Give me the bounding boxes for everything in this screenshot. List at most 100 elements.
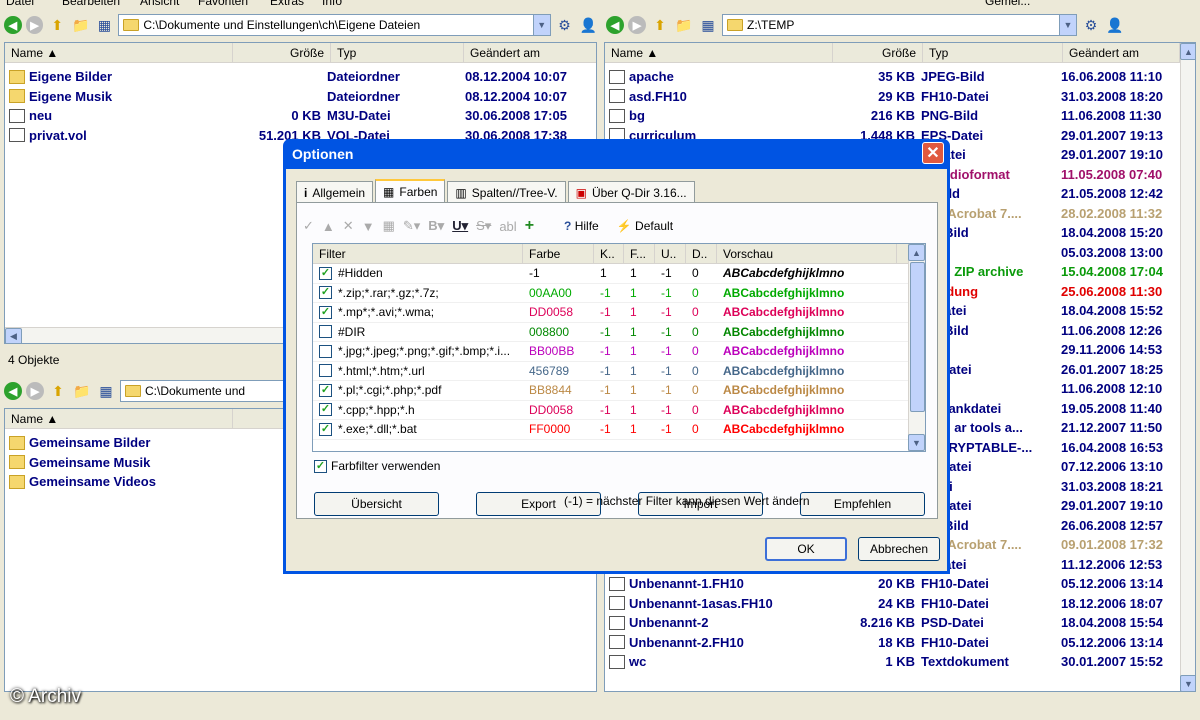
user-icon[interactable]: 👤 xyxy=(578,15,598,35)
default-button[interactable]: ⚡ Default xyxy=(617,219,673,233)
ok-button[interactable]: OK xyxy=(765,537,847,561)
col-d[interactable]: D.. xyxy=(686,244,717,263)
scroll-thumb[interactable] xyxy=(910,262,925,412)
move-up-icon[interactable]: ▲ xyxy=(322,219,335,234)
menu-item-0[interactable]: Datei xyxy=(6,0,34,8)
left-top-address-bar[interactable]: C:\Dokumente und Einstellungen\ch\Eigene… xyxy=(118,14,551,36)
back-icon[interactable]: ◀ xyxy=(606,16,624,34)
col-name[interactable]: Name ▲ xyxy=(605,43,833,62)
delete-icon[interactable]: ✕ xyxy=(343,218,354,234)
filter-checkbox[interactable]: ✓ xyxy=(319,266,332,280)
right-address-bar[interactable]: Z:\TEMP ▼ xyxy=(722,14,1077,36)
col-vorschau[interactable]: Vorschau xyxy=(717,244,897,263)
list-item[interactable]: Unbenannt-2.FH10 18 KB FH10-Datei 05.12.200… xyxy=(605,633,1163,653)
list-item[interactable]: Gemeinsame Bilder xyxy=(5,433,150,453)
cancel-button[interactable]: Abbrechen xyxy=(858,537,940,561)
filter-row[interactable]: ✓ *.exe;*.dll;*.bat FF0000 -1 1 -1 0 ABCabcdefg… xyxy=(313,420,925,440)
tab-allgemein[interactable]: i Allgemein xyxy=(296,181,374,203)
view-icon[interactable]: ▦ xyxy=(96,381,116,401)
list-item[interactable]: Unbenannt-1.FH10 20 KB FH10-Datei 05.12.200… xyxy=(605,574,1163,594)
scroll-left-icon[interactable]: ◀ xyxy=(5,328,22,343)
filter-row[interactable]: ✓ *.mp*;*.avi;*.wma; DD0058 -1 1 -1 0 ABCabcdef… xyxy=(313,303,925,323)
tab-farben[interactable]: ▦ Farben xyxy=(375,179,446,203)
list-item[interactable]: Unbenannt-2 8.216 KB PSD-Datei 18.04.2008 1… xyxy=(605,613,1163,633)
list-item[interactable]: wc 1 KB Textdokument 30.01.2007 15:52 xyxy=(605,652,1163,672)
tab-about[interactable]: ▣ Über Q-Dir 3.16... xyxy=(567,181,695,203)
forward-icon[interactable]: ▶ xyxy=(628,16,646,34)
filter-checkbox[interactable]: ✓ xyxy=(319,383,332,397)
right-vscrollbar[interactable]: ▲ ▼ xyxy=(1180,43,1195,691)
col-date[interactable]: Geändert am xyxy=(464,43,596,62)
scroll-down-icon[interactable]: ▼ xyxy=(908,434,925,451)
view-icon[interactable]: ▦ xyxy=(95,15,115,35)
scroll-up-icon[interactable]: ▲ xyxy=(908,244,925,261)
col-filter[interactable]: Filter xyxy=(313,244,523,263)
scroll-up-icon[interactable]: ▲ xyxy=(1180,43,1195,60)
options-icon[interactable]: ⚙ xyxy=(555,15,575,35)
up-folder-icon[interactable]: ⬆ xyxy=(47,15,67,35)
col-type[interactable]: Typ xyxy=(923,43,1063,62)
col-size[interactable]: Größe xyxy=(233,43,331,62)
filter-checkbox[interactable]: ✓ xyxy=(319,305,332,319)
new-folder-icon[interactable]: 📁 xyxy=(71,15,91,35)
menu-item-2[interactable]: Ansicht xyxy=(140,0,179,8)
up-folder-icon[interactable]: ⬆ xyxy=(48,381,68,401)
pen-icon[interactable]: ✎▾ xyxy=(403,218,420,234)
close-icon[interactable]: ✕ xyxy=(922,142,944,164)
col-farbe[interactable]: Farbe xyxy=(523,244,594,263)
list-item[interactable]: Gemeinsame Musik xyxy=(5,453,150,473)
overview-button[interactable]: Übersicht xyxy=(314,492,439,516)
menu-item-5[interactable]: Info xyxy=(322,0,342,8)
move-down-icon[interactable]: ▼ xyxy=(362,219,375,234)
checkbox[interactable]: ✓ xyxy=(314,459,327,473)
menu-item-4[interactable]: Extras xyxy=(270,0,304,8)
menu-item-3[interactable]: Favoriten xyxy=(198,0,248,8)
new-folder-icon[interactable]: 📁 xyxy=(72,381,92,401)
forward-icon[interactable]: ▶ xyxy=(26,382,44,400)
up-folder-icon[interactable]: ⬆ xyxy=(650,15,670,35)
list-item[interactable]: apache 35 KB JPEG-Bild 16.06.2008 11:10 xyxy=(605,67,1162,87)
back-icon[interactable]: ◀ xyxy=(4,16,22,34)
menu-item-1[interactable]: Bearbeiten xyxy=(62,0,120,8)
list-item[interactable]: Eigene Bilder Dateiordner 08.12.2004 10:07 xyxy=(5,67,567,87)
filter-checkbox[interactable] xyxy=(319,364,332,378)
col-type[interactable]: Typ xyxy=(331,43,464,62)
back-icon[interactable]: ◀ xyxy=(4,382,22,400)
filter-row[interactable]: #DIR 008800 -1 1 -1 0 ABCabcdefghijklmno xyxy=(313,323,925,342)
user-icon[interactable]: 👤 xyxy=(1105,15,1125,35)
forward-icon[interactable]: ▶ xyxy=(25,16,44,34)
filter-checkbox[interactable] xyxy=(319,325,332,339)
add-icon[interactable]: + xyxy=(525,217,534,235)
list-item[interactable]: bg 216 KB PNG-Bild 11.06.2008 11:30 xyxy=(605,106,1162,126)
abc-icon[interactable]: abl xyxy=(499,219,516,234)
filter-grid-vscrollbar[interactable]: ▲ ▼ xyxy=(908,244,925,451)
filter-checkbox[interactable] xyxy=(319,344,332,358)
color-icon[interactable]: ▦ xyxy=(383,218,395,234)
col-date[interactable]: Geändert am xyxy=(1063,43,1180,62)
scroll-down-icon[interactable]: ▼ xyxy=(1180,675,1195,691)
col-name[interactable]: Name ▲ xyxy=(5,409,233,428)
check-icon[interactable]: ✓ xyxy=(303,218,314,234)
underline-icon[interactable]: U▾ xyxy=(452,218,468,234)
list-item[interactable]: Gemeinsame Videos xyxy=(5,472,156,492)
view-icon[interactable]: ▦ xyxy=(698,15,718,35)
list-item[interactable]: Unbenannt-1asas.FH10 24 KB FH10-Datei 18.12… xyxy=(605,594,1163,614)
bold-icon[interactable]: B▾ xyxy=(428,218,444,234)
col-f[interactable]: F... xyxy=(624,244,655,263)
list-item[interactable]: neu 0 KB M3U-Datei 30.06.2008 17:05 xyxy=(5,106,567,126)
filter-checkbox[interactable]: ✓ xyxy=(319,286,332,300)
list-item[interactable]: asd.FH10 29 KB FH10-Datei 31.03.2008 18:20 xyxy=(605,87,1163,107)
strike-icon[interactable]: S▾ xyxy=(476,218,491,234)
tab-spalten[interactable]: ▥ Spalten//Tree-V. xyxy=(447,181,566,203)
filter-row[interactable]: ✓ *.pl;*.cgi;*.php;*.pdf BB8844 -1 1 -1 0 ABCab… xyxy=(313,381,925,401)
chevron-down-icon[interactable]: ▼ xyxy=(532,15,550,35)
col-size[interactable]: Größe xyxy=(833,43,923,62)
filter-row[interactable]: ✓ #Hidden -1 1 1 -1 0 ABCabcdefghijklmno xyxy=(313,264,925,284)
filter-checkbox[interactable]: ✓ xyxy=(319,422,332,436)
help-button[interactable]: ? Hilfe xyxy=(564,219,599,233)
use-filter-checkbox[interactable]: ✓ Farbfilter verwenden xyxy=(314,459,440,473)
filter-checkbox[interactable]: ✓ xyxy=(319,403,332,417)
filter-row[interactable]: ✓ *.zip;*.rar;*.gz;*.7z; 00AA00 -1 1 -1 0 ABCab… xyxy=(313,284,925,303)
col-k[interactable]: K.. xyxy=(594,244,624,263)
chevron-down-icon[interactable]: ▼ xyxy=(1059,15,1076,35)
